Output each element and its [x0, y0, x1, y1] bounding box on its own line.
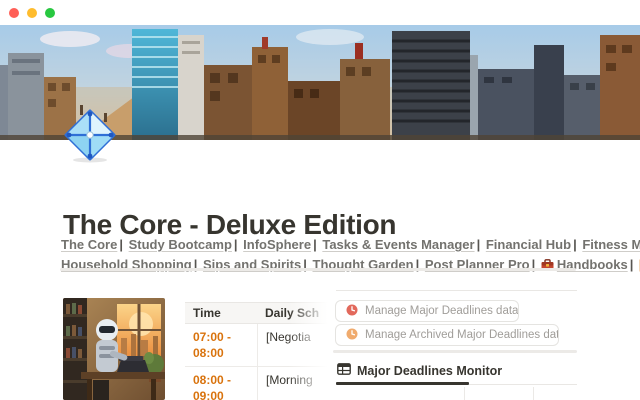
page-icon[interactable]: [62, 107, 118, 163]
activity-cell[interactable]: [Morning: [257, 367, 335, 400]
nav-link-the-core[interactable]: The Core: [61, 237, 117, 252]
section-divider: [333, 350, 577, 353]
table-row: 07:00 - 08:00 [Negotia: [185, 324, 335, 367]
robot-art-svg: [63, 298, 165, 400]
minimize-button[interactable]: [27, 8, 37, 18]
column-header-time[interactable]: Time: [185, 303, 257, 323]
nav-separator: |: [628, 257, 636, 272]
nav-link-financial-hub[interactable]: Financial Hub: [486, 237, 571, 252]
nav-link-infosphere[interactable]: InfoSphere: [243, 237, 311, 252]
monitor-table-column-border: [464, 387, 465, 400]
notion-window: The Core - Deluxe Edition The Core| Stud…: [0, 0, 640, 400]
active-tab-underline: [336, 382, 469, 385]
time-cell[interactable]: 08:00 - 09:00: [185, 367, 257, 400]
gem-icon: [62, 107, 118, 163]
close-button[interactable]: [9, 8, 19, 18]
column-header-daily-schedule[interactable]: Daily Sch: [257, 303, 335, 323]
monitor-table-column-border: [533, 387, 534, 400]
right-column-divider: [336, 290, 577, 291]
table-row: 08:00 - 09:00 [Morning: [185, 367, 335, 400]
nav-separator: |: [475, 237, 483, 252]
tab-bar-line: [469, 384, 577, 385]
button-label: Manage Major Deadlines database: [365, 305, 519, 317]
activity-cell[interactable]: [Negotia: [257, 324, 335, 366]
window-controls: [9, 8, 55, 18]
nav-separator: |: [117, 237, 125, 252]
nav-link-tasks-events-manager[interactable]: Tasks & Events Manager: [322, 237, 474, 252]
tab-label: Major Deadlines Monitor: [357, 364, 502, 378]
nav-line-1: The Core| Study Bootcamp| InfoSphere| Ta…: [61, 235, 601, 255]
manage-deadlines-button[interactable]: Manage Major Deadlines database: [335, 300, 519, 322]
toolbox-icon: [541, 257, 554, 277]
manage-archived-deadlines-button[interactable]: Manage Archived Major Deadlines databa..…: [335, 324, 559, 346]
nav-separator: |: [232, 237, 240, 252]
nav-separator: |: [311, 237, 319, 252]
nav-link-fitness-mentor[interactable]: Fitness Mentor: [582, 237, 640, 252]
zoom-button[interactable]: [45, 8, 55, 18]
daily-schedule-table: Time Daily Sch 07:00 - 08:00 [Negotia 08…: [185, 302, 335, 400]
tab-major-deadlines-monitor[interactable]: Major Deadlines Monitor: [337, 363, 502, 378]
nav-link-study-bootcamp[interactable]: Study Bootcamp: [129, 237, 232, 252]
robot-desk-image[interactable]: [63, 298, 165, 400]
table-icon: [337, 363, 351, 378]
table-header-row: Time Daily Sch: [185, 302, 335, 324]
nav-separator: |: [571, 237, 579, 252]
nav-line-2: Household Shopping| Sips and Spirits| Th…: [61, 255, 601, 277]
clock-icon: [346, 328, 358, 343]
clock-icon: [346, 304, 358, 319]
content-divider: [60, 268, 576, 271]
time-cell[interactable]: 07:00 - 08:00: [185, 324, 257, 366]
button-label: Manage Archived Major Deadlines databa..…: [365, 329, 559, 341]
